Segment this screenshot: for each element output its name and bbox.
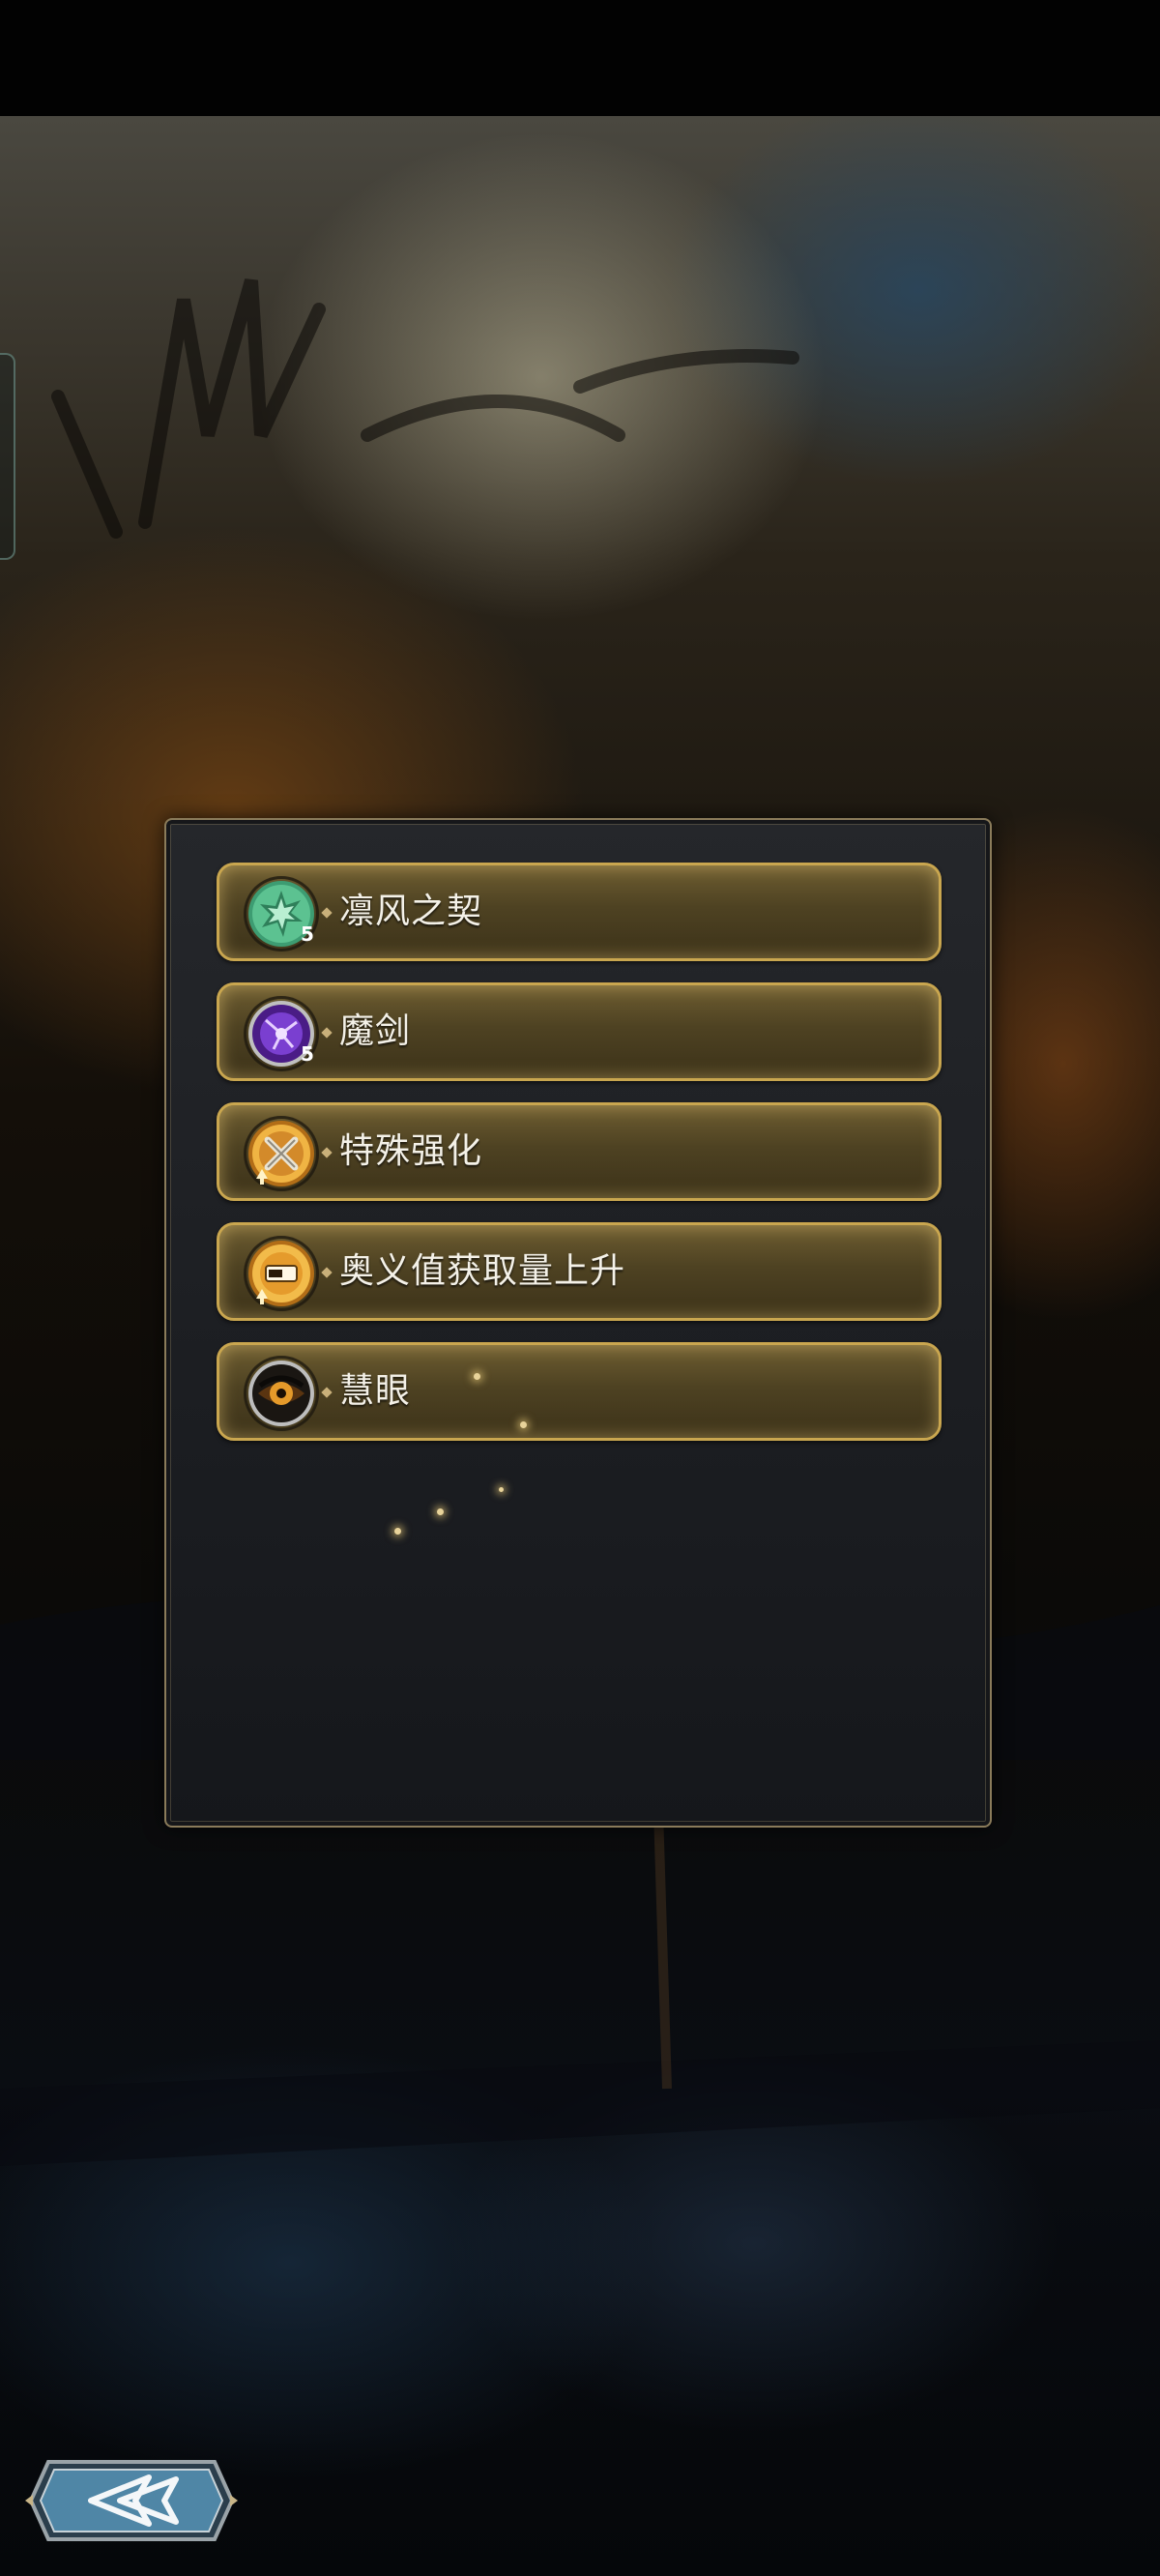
skill-list-panel: 5 凛风之契 5 魔剑 特殊强化 奥义值获取量上升 慧眼 <box>164 818 992 1828</box>
skill-name: 奥义值获取量上升 <box>339 1251 626 1291</box>
separator-diamond <box>321 1267 333 1278</box>
skill-name: 凛风之契 <box>339 892 483 931</box>
skill-row-4[interactable]: 奥义值获取量上升 <box>217 1222 942 1321</box>
skill-row-1[interactable]: 5 凛风之契 <box>217 863 942 961</box>
skill-row-2[interactable]: 5 魔剑 <box>217 982 942 1081</box>
back-arrow-icon <box>25 2460 238 2541</box>
skill-name: 慧眼 <box>339 1371 412 1411</box>
wind-pact-icon: 5 <box>246 879 316 949</box>
special-enhance-icon <box>246 1119 316 1188</box>
status-bar-area <box>0 0 1160 116</box>
skill-row-3[interactable]: 特殊强化 <box>217 1102 942 1201</box>
sparkle-particle <box>520 1421 527 1428</box>
skill-name: 魔剑 <box>339 1011 412 1051</box>
sparkle-particle <box>499 1487 504 1492</box>
svg-text:5: 5 <box>301 922 314 946</box>
insight-eye-icon <box>246 1359 316 1428</box>
sparkle-particle <box>394 1528 401 1535</box>
separator-diamond <box>321 1387 333 1398</box>
demon-sword-icon: 5 <box>246 999 316 1068</box>
side-drawer-tab[interactable] <box>0 353 15 560</box>
ougi-gain-up-icon <box>246 1239 316 1308</box>
back-button[interactable] <box>23 2452 240 2549</box>
sparkle-particle <box>437 1508 444 1515</box>
separator-diamond <box>321 1027 333 1039</box>
skill-name: 特殊强化 <box>339 1131 483 1171</box>
separator-diamond <box>321 1147 333 1158</box>
svg-text:5: 5 <box>301 1042 314 1066</box>
sparkle-particle <box>474 1373 480 1380</box>
skill-row-5[interactable]: 慧眼 <box>217 1342 942 1441</box>
separator-diamond <box>321 907 333 919</box>
